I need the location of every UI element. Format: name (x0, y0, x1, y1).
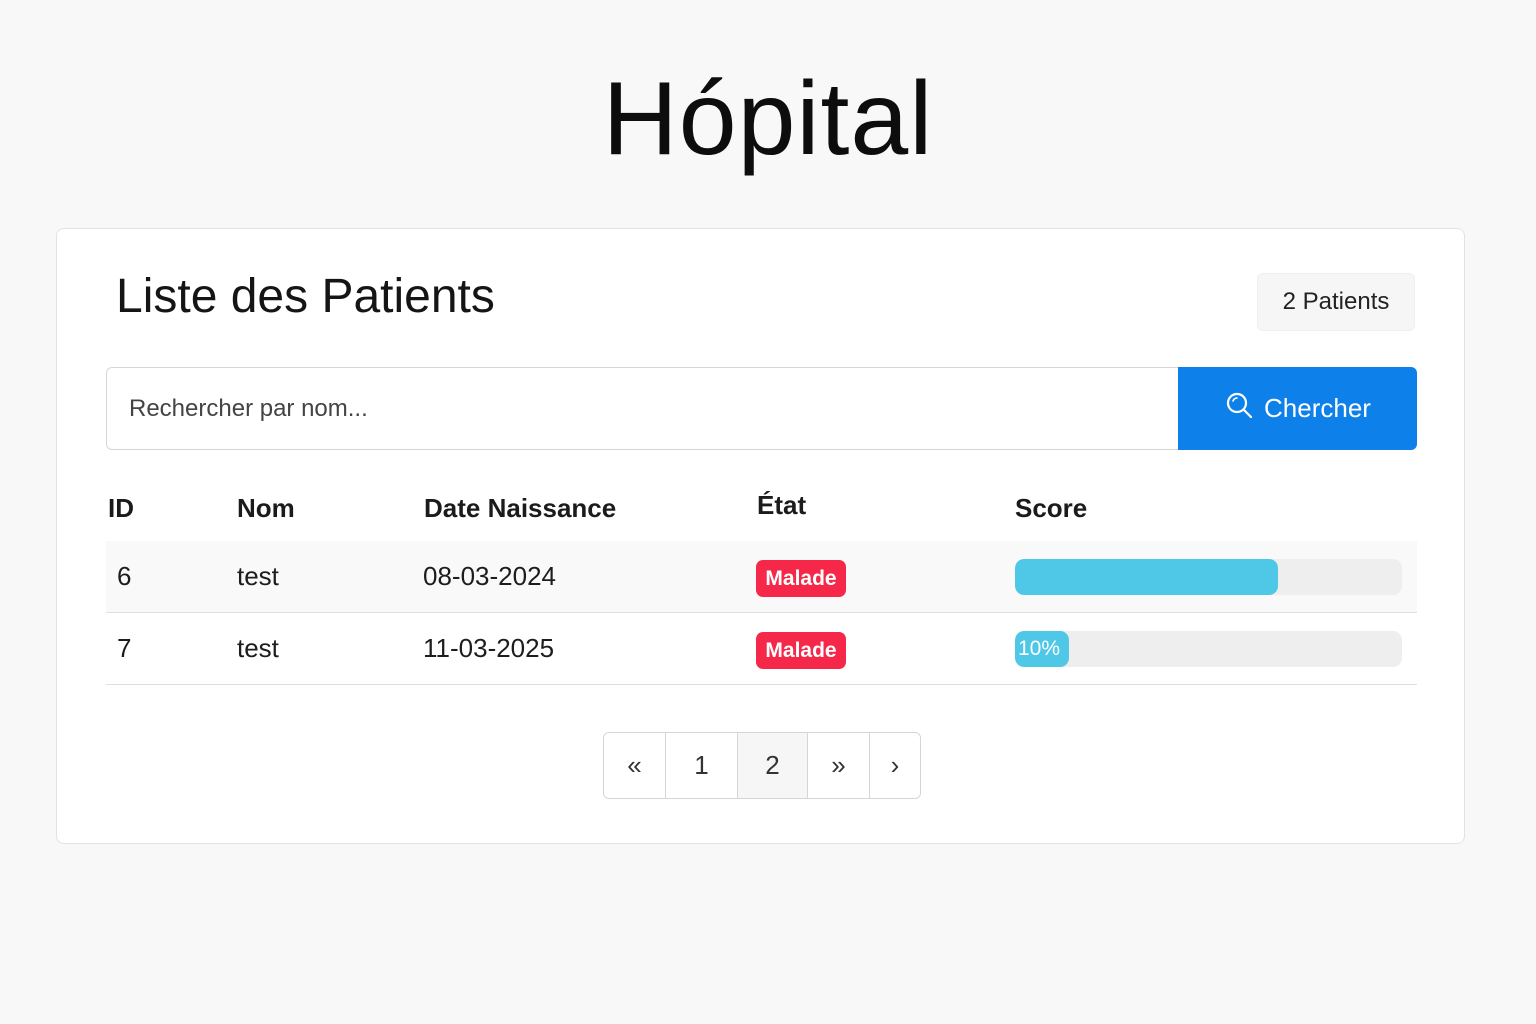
status-badge: Malade (756, 632, 846, 669)
cell-date: 11-03-2025 (423, 633, 555, 663)
table-row[interactable]: 7 test 11-03-2025 Malade 10% (106, 613, 1417, 685)
score-progress-fill (1015, 559, 1279, 595)
cell-nom: test (237, 561, 279, 591)
pagination: « 1 2 » › (603, 732, 921, 799)
score-progress-bar (1015, 559, 1402, 595)
header-etat: État (757, 490, 807, 520)
search-button[interactable]: Chercher (1178, 367, 1417, 450)
table-row[interactable]: 6 test 08-03-2024 Malade (106, 541, 1417, 613)
header-date-naissance: Date Naissance (424, 493, 617, 523)
app-title: Hópital (602, 61, 934, 177)
search-icon (1224, 390, 1254, 427)
cell-id: 7 (117, 633, 132, 663)
card-title: Liste des Patients (116, 270, 495, 323)
patients-table: ID Nom Date Naissance État Score 6 test … (106, 479, 1417, 685)
page-2-button[interactable]: 2 (738, 733, 808, 798)
page-last-button[interactable]: » (808, 733, 870, 798)
search-input[interactable] (106, 367, 1178, 450)
patient-count-badge: 2 Patients (1257, 273, 1415, 331)
header-score: Score (1015, 493, 1088, 523)
cell-id: 6 (117, 561, 132, 591)
cell-date: 08-03-2024 (423, 561, 556, 591)
table-header: ID Nom Date Naissance État Score (106, 479, 1417, 541)
page-next-button[interactable]: › (870, 733, 920, 798)
status-badge: Malade (756, 560, 846, 597)
search-button-label: Chercher (1264, 393, 1371, 423)
header-id: ID (108, 493, 134, 523)
page-first-button[interactable]: « (604, 733, 666, 798)
page-1-button[interactable]: 1 (666, 733, 738, 798)
score-progress-fill: 10% (1015, 631, 1070, 667)
search-bar: Chercher (106, 367, 1417, 450)
patients-card: Liste des Patients 2 Patients Chercher I… (56, 228, 1465, 844)
header-nom: Nom (237, 493, 295, 523)
cell-nom: test (237, 633, 279, 663)
score-progress-bar: 10% (1015, 631, 1402, 667)
